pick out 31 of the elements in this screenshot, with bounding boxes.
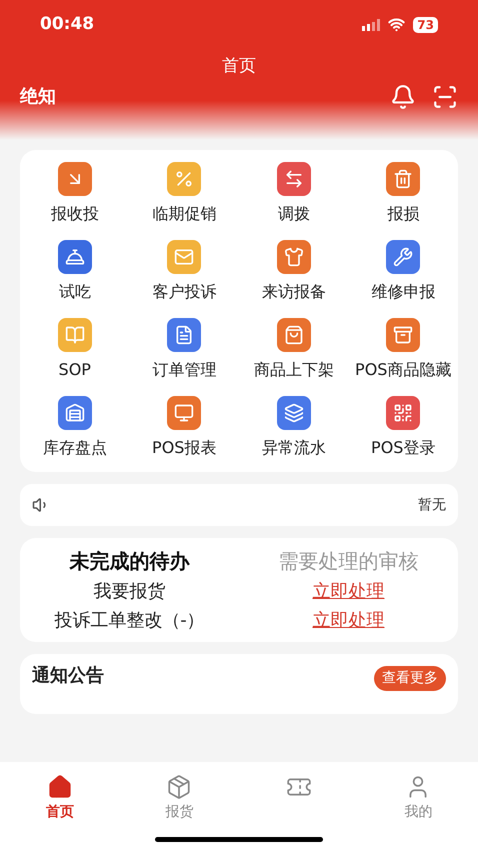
- menu-item[interactable]: 客户投诉: [130, 240, 239, 304]
- menu-item[interactable]: 临期促销: [130, 162, 239, 226]
- menu-item[interactable]: POS报表: [130, 396, 239, 460]
- tab-bar-item[interactable]: 我的: [358, 774, 478, 823]
- battery-level: 73: [413, 16, 438, 33]
- more-button[interactable]: 查看更多: [374, 666, 446, 691]
- menu-item[interactable]: 订单管理: [130, 318, 239, 382]
- menu-item[interactable]: 维修申报: [348, 240, 458, 304]
- todo-item: 我要报货: [94, 581, 166, 602]
- menu-item[interactable]: 商品上下架: [239, 318, 348, 382]
- menu-item[interactable]: POS商品隐藏: [348, 318, 458, 382]
- menu-item[interactable]: 库存盘点: [20, 396, 130, 460]
- status-time: 00:48: [40, 13, 94, 36]
- process-link[interactable]: 立即处理: [312, 610, 384, 631]
- menu-item[interactable]: 调拨: [239, 162, 348, 226]
- announcement-text: 暂无: [418, 496, 446, 514]
- menu-item[interactable]: 异常流水: [239, 396, 348, 460]
- todo-tab[interactable]: 未完成的待办: [20, 546, 239, 576]
- menu-item[interactable]: 报损: [348, 162, 458, 226]
- tab-bar-item[interactable]: 首页: [0, 774, 120, 823]
- menu-item[interactable]: 报收投: [20, 162, 130, 226]
- menu-item[interactable]: 试吃: [20, 240, 130, 304]
- process-link[interactable]: 立即处理: [312, 581, 384, 602]
- notice-title: 通知公告: [32, 664, 104, 688]
- todo-item: 投诉工单整改（-）: [54, 610, 205, 631]
- store-name: 绝知: [20, 85, 56, 109]
- menu-item[interactable]: POS登录: [348, 396, 458, 460]
- page-title: 首页: [222, 56, 256, 76]
- menu-item[interactable]: SOP: [20, 318, 130, 382]
- menu-item[interactable]: 来访报备: [239, 240, 348, 304]
- tab-bar-item[interactable]: 报货: [120, 774, 239, 823]
